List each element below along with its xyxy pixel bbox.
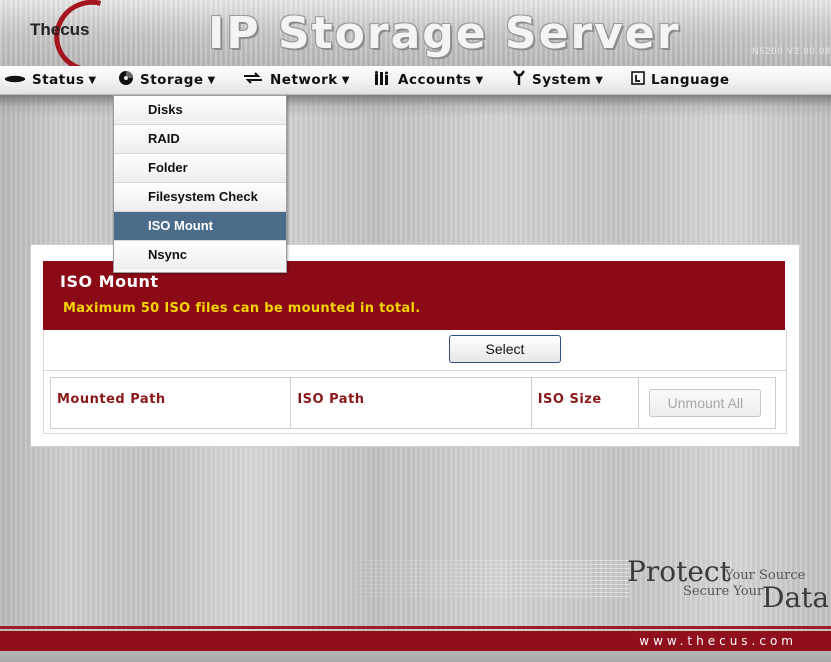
tagline: Protect Your Source Secure Your Data [627, 555, 830, 615]
menu-item-folder[interactable]: Folder [114, 154, 286, 183]
tagline-decoration [300, 560, 630, 600]
nav-status-label: Status [32, 72, 85, 88]
logo: Thecus [30, 20, 90, 39]
column-iso-path: ISO Path [291, 378, 532, 428]
column-iso-size-label: ISO Size [537, 392, 602, 407]
nav-accounts-label: Accounts [398, 72, 472, 88]
column-iso-size: ISO Size [532, 378, 640, 428]
nav-language[interactable]: Language [631, 71, 730, 89]
menu-item-iso-mount[interactable]: ISO Mount [114, 212, 286, 241]
storage-icon [118, 70, 134, 90]
storage-dropdown-menu: Disks RAID Folder Filesystem Check ISO M… [113, 95, 287, 273]
accounts-icon [374, 71, 392, 89]
version-label: N5200 V2.00.08 [751, 46, 831, 56]
footer-url: www.thecus.com [639, 634, 797, 648]
menu-item-disks[interactable]: Disks [114, 96, 286, 125]
chevron-down-icon: ▼ [88, 74, 97, 86]
footer-bottom [0, 651, 831, 662]
nav-system-label: System [532, 72, 592, 88]
tagline-data: Data [762, 581, 830, 614]
footer-divider [0, 626, 831, 629]
menu-item-raid[interactable]: RAID [114, 125, 286, 154]
tagline-secure-your: Secure Your [683, 584, 764, 599]
menu-item-nsync[interactable]: Nsync [114, 241, 286, 269]
panel-title: ISO Mount [60, 272, 159, 291]
unmount-all-button[interactable]: Unmount All [649, 389, 762, 417]
menu-item-filesystem-check[interactable]: Filesystem Check [114, 183, 286, 212]
chevron-down-icon: ▼ [341, 74, 350, 86]
disk-icon [4, 73, 26, 88]
header-banner: Thecus IP Storage Server N5200 V2.00.08 [0, 0, 831, 86]
nav-language-label: Language [651, 72, 730, 88]
select-row: Select [43, 330, 787, 370]
wrench-icon [512, 70, 526, 90]
nav-accounts[interactable]: Accounts ▼ [374, 71, 484, 89]
language-icon [631, 71, 645, 89]
nav-system[interactable]: System ▼ [512, 70, 604, 90]
column-actions: Unmount All [639, 378, 775, 428]
panel-notice: Maximum 50 ISO files can be mounted in t… [63, 301, 421, 316]
footer-bar: www.thecus.com [0, 631, 831, 651]
nav-storage-label: Storage [140, 72, 204, 88]
nav-network[interactable]: Network ▼ [242, 71, 350, 89]
banner-title: IP Storage Server [208, 8, 681, 59]
main-nav: Status ▼ Storage ▼ Network ▼ Accounts ▼ … [0, 66, 831, 95]
network-icon [242, 71, 264, 89]
chevron-down-icon: ▼ [595, 74, 604, 86]
select-button[interactable]: Select [449, 335, 561, 363]
column-iso-path-label: ISO Path [297, 392, 365, 407]
mount-table-wrap: Mounted Path ISO Path ISO Size Unmount A… [43, 370, 787, 434]
iso-mount-panel: ISO Mount Maximum 50 ISO files can be mo… [30, 244, 800, 447]
nav-network-label: Network [270, 72, 338, 88]
column-mounted-path: Mounted Path [51, 378, 292, 428]
nav-storage[interactable]: Storage ▼ [118, 71, 216, 89]
nav-status[interactable]: Status ▼ [4, 71, 97, 89]
mount-table: Mounted Path ISO Path ISO Size Unmount A… [50, 377, 776, 429]
chevron-down-icon: ▼ [475, 74, 484, 86]
column-mounted-path-label: Mounted Path [57, 392, 166, 407]
chevron-down-icon: ▼ [207, 74, 216, 86]
